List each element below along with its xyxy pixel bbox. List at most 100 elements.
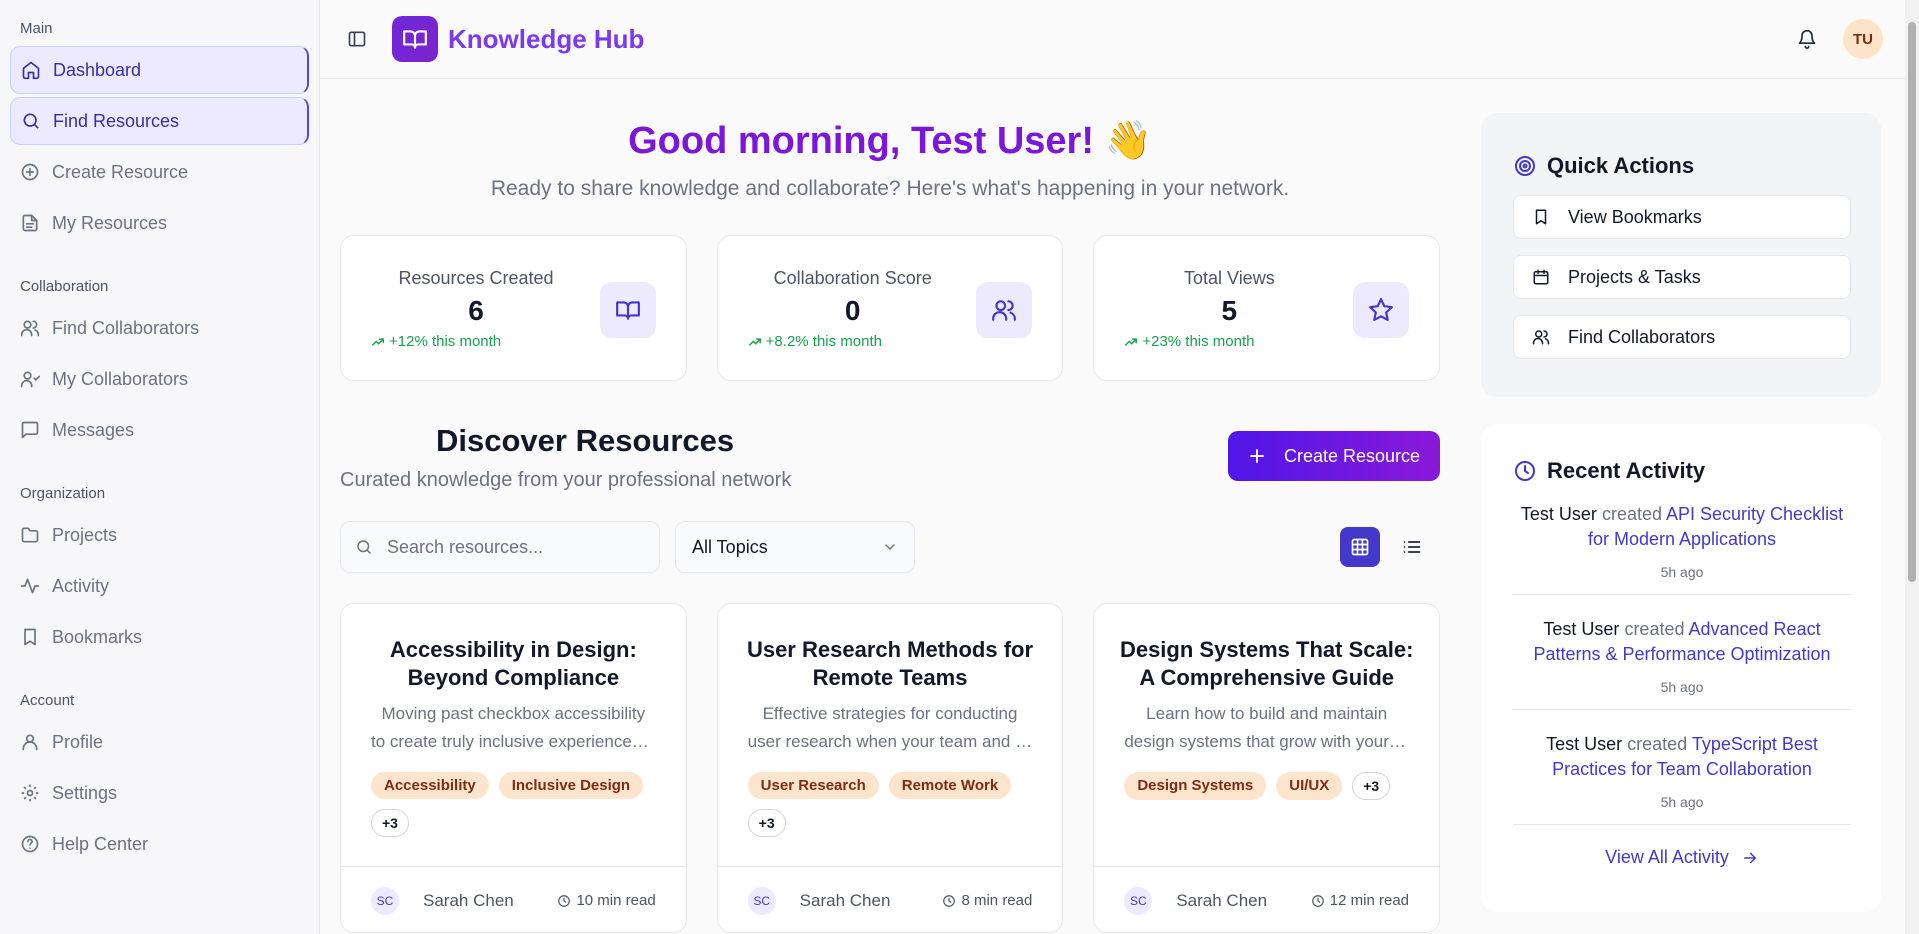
folder-icon (21, 527, 39, 543)
tag[interactable]: UI/UX (1276, 772, 1343, 800)
sidebar-item-label: Profile (52, 731, 104, 752)
topic-select-value: All Topics (692, 536, 768, 557)
tag[interactable]: Inclusive Design (498, 772, 644, 799)
author-avatar: SC (371, 886, 399, 915)
stat-icon-box (976, 282, 1033, 338)
sidebar-item-label: Bookmarks (52, 626, 143, 647)
quick-actions-list: View Bookmarks Projects & Tasks Find Col… (1513, 195, 1851, 359)
help-icon (21, 835, 39, 853)
user-icon (22, 734, 38, 751)
resource-description: Learn how to build and maintain design s… (1094, 694, 1439, 756)
sidebar-item-dashboard[interactable]: Dashboard (10, 46, 309, 94)
filters-bar: All Topics (340, 521, 1440, 573)
read-time: 10 min read (557, 892, 656, 909)
activity-text: Test User created API Security Checklist… (1519, 502, 1845, 552)
resource-description-line: Effective strategies for conducting (762, 704, 1018, 723)
activity-icon (20, 578, 40, 594)
resource-card[interactable]: User Research Methods for Remote Teams E… (716, 603, 1064, 933)
sidebar-item-bookmarks[interactable]: Bookmarks (10, 613, 309, 661)
resource-card[interactable]: Design Systems That Scale: A Comprehensi… (1093, 603, 1441, 933)
quick-action-label: View Bookmarks (1568, 206, 1702, 227)
activity-item: Test User created TypeScript Best Practi… (1513, 732, 1851, 825)
view-all-activity-link[interactable]: View All Activity (1513, 847, 1851, 868)
avatar[interactable]: TU (1843, 19, 1883, 59)
brand-name[interactable]: Knowledge Hub (448, 24, 644, 55)
create-resource-button[interactable]: Create Resource (1228, 431, 1440, 481)
resource-title[interactable]: Design Systems That Scale: A Comprehensi… (1094, 604, 1439, 694)
sidebar-item-my-resources[interactable]: My Resources (10, 199, 309, 247)
sidebar-item-help-center[interactable]: Help Center (10, 820, 309, 868)
read-time: 12 min read (1311, 892, 1409, 909)
sidebar-item-find-resources[interactable]: Find Resources (10, 97, 309, 145)
stat-icon-box (1353, 282, 1410, 338)
brand-logo[interactable] (392, 16, 438, 62)
sidebar-item-label: Help Center (52, 833, 149, 854)
resource-title[interactable]: User Research Methods for Remote Teams (718, 604, 1063, 694)
plus-circle-icon (21, 163, 39, 181)
sidebar-item-my-collaborators[interactable]: My Collaborators (10, 355, 309, 403)
page-scrollbar[interactable] (1905, 0, 1919, 934)
trending-up-icon (372, 337, 384, 346)
search-input[interactable] (387, 536, 627, 558)
activity-verb: created (1627, 734, 1688, 754)
tag[interactable]: Accessibility (371, 772, 489, 799)
sidebar-item-activity[interactable]: Activity (10, 562, 309, 610)
sidebar-item-create-resource[interactable]: Create Resource (10, 148, 309, 196)
sidebar-item-profile[interactable]: Profile (10, 718, 309, 766)
tag[interactable]: Design Systems (1124, 772, 1267, 800)
activity-text: Test User created TypeScript Best Practi… (1519, 732, 1845, 782)
resource-description-line: Moving past checkbox accessibility (381, 704, 646, 723)
resource-tags: User Research Remote Work +3 (718, 756, 1063, 837)
resource-footer: SC Sarah Chen 12 min read (1094, 866, 1440, 932)
resource-card[interactable]: Accessibility in Design: Beyond Complian… (340, 603, 687, 933)
activity-verb: created (1601, 504, 1662, 524)
sidebar-item-label: My Collaborators (52, 368, 189, 389)
star-icon (1369, 298, 1393, 322)
stat-label: Collaboration Score (773, 268, 932, 288)
notifications-button[interactable] (1797, 29, 1817, 49)
clock-icon (943, 894, 956, 907)
sidebar-toggle-button[interactable] (342, 24, 372, 54)
resource-title[interactable]: Accessibility in Design: Beyond Complian… (341, 604, 686, 694)
more-tags-badge[interactable]: +3 (371, 809, 409, 837)
sidebar-group-main: Main Dashboard Find Resources Create Res… (0, 10, 319, 247)
file-icon (22, 214, 38, 232)
grid-icon (1351, 538, 1369, 556)
calendar-icon (1533, 269, 1549, 285)
list-view-button[interactable] (1392, 527, 1432, 567)
clock-icon (1311, 894, 1324, 907)
author-name[interactable]: Sarah Chen (423, 891, 514, 911)
grid-view-button[interactable] (1340, 527, 1380, 567)
more-tags-badge[interactable]: +3 (1352, 772, 1391, 800)
sidebar-item-label: Activity (52, 575, 110, 596)
scrollbar-thumb[interactable] (1908, 22, 1916, 582)
sidebar-group-label: Account (20, 692, 75, 709)
more-tags-badge[interactable]: +3 (747, 809, 786, 837)
gear-icon (21, 784, 39, 802)
stat-card-total-views: Total Views 5 +23% this month (1093, 235, 1441, 381)
tag[interactable]: User Research (747, 772, 879, 799)
stat-label: Total Views (1183, 268, 1275, 288)
sidebar-item-settings[interactable]: Settings (10, 769, 309, 817)
activity-time: 5h ago (1660, 794, 1704, 810)
sidebar-item-label: Messages (52, 419, 135, 440)
sidebar-item-messages[interactable]: Messages (10, 406, 309, 454)
quick-action-find-collaborators[interactable]: Find Collaborators (1513, 315, 1851, 359)
quick-action-label: Projects & Tasks (1568, 266, 1701, 287)
top-bar: Knowledge Hub TU (320, 0, 1905, 79)
home-icon (22, 61, 40, 80)
sidebar-item-find-collaborators[interactable]: Find Collaborators (10, 304, 309, 352)
sidebar-group-account: Account Profile Settings Help Center (0, 682, 319, 868)
author-name[interactable]: Sarah Chen (1176, 891, 1267, 911)
tag[interactable]: Remote Work (888, 772, 1012, 799)
resource-tags: Design Systems UI/UX +3 (1094, 756, 1439, 800)
author-name[interactable]: Sarah Chen (800, 891, 891, 911)
target-icon (1515, 156, 1535, 176)
topic-select[interactable]: All Topics (675, 521, 915, 573)
sidebar-item-projects[interactable]: Projects (10, 511, 309, 559)
activity-time: 5h ago (1660, 564, 1704, 580)
greeting-subtitle: Ready to share knowledge and collaborate… (490, 177, 1290, 200)
quick-action-view-bookmarks[interactable]: View Bookmarks (1513, 195, 1851, 239)
users-icon (992, 300, 1017, 321)
quick-action-projects-tasks[interactable]: Projects & Tasks (1513, 255, 1851, 299)
